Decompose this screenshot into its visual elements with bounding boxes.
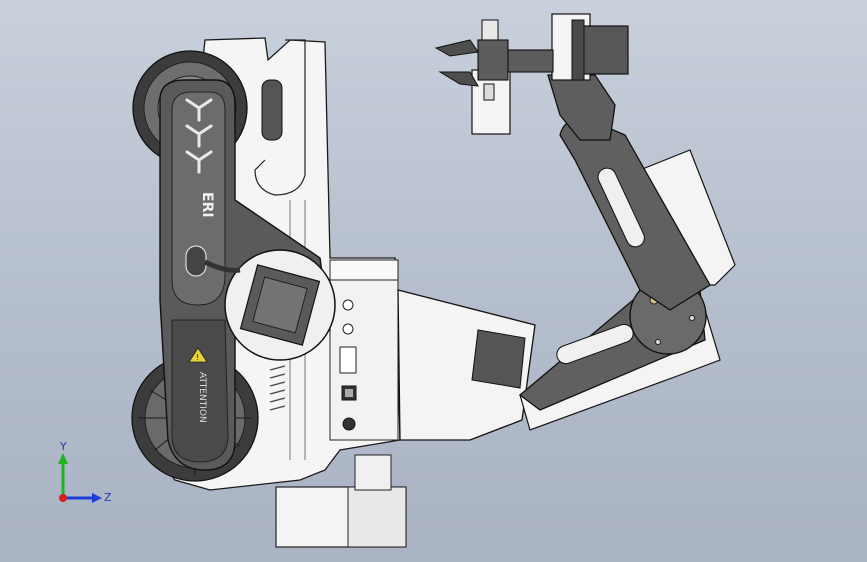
gripper-end-effector [434,19,554,135]
svg-text:!: ! [196,353,199,362]
z-axis-label: Z [104,491,112,504]
brand-mark: ERI [199,192,215,218]
warning-label: ATTENTION [197,372,207,423]
z-axis-arrow-icon [92,493,102,503]
coordinate-triad[interactable]: Y Z [48,440,118,510]
lower-arm-link [518,277,721,431]
x-axis-dot-icon [59,494,67,502]
shoulder-block [397,289,536,441]
cad-viewport[interactable]: ERI ! ATTENTION Y Z [0,0,867,562]
y-axis-arrow-icon [58,453,68,464]
wrist-bracket [547,13,629,141]
upper-arm-link [559,118,736,311]
y-axis-label: Y [59,440,67,453]
robot-assembly-model[interactable]: ERI ! ATTENTION [0,0,867,562]
